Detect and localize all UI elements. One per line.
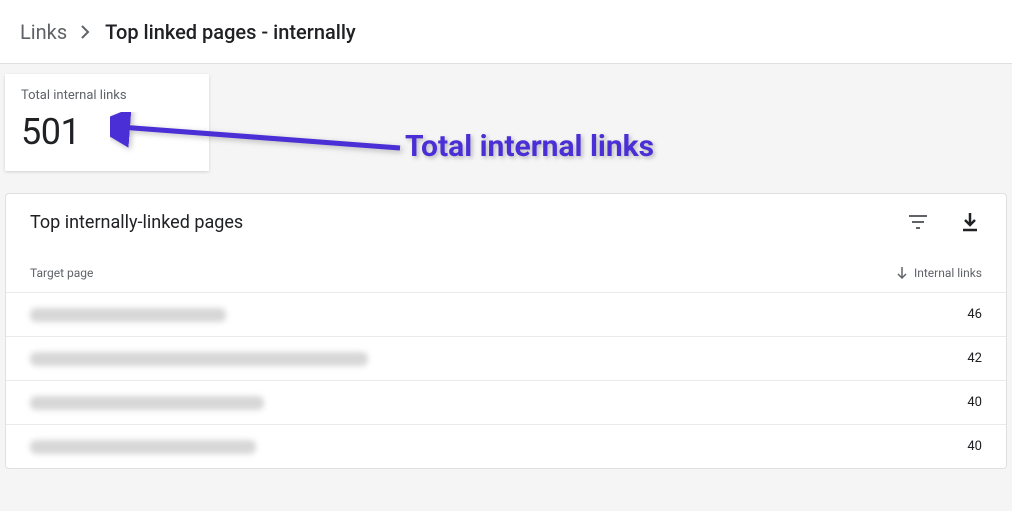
download-icon[interactable] [958,210,982,234]
filter-icon[interactable] [906,210,930,234]
panel-header: Top internally-linked pages [6,194,1006,254]
stat-value: 501 [21,111,193,153]
breadcrumb: Links Top linked pages - internally [20,20,356,44]
breadcrumb-current: Top linked pages - internally [105,20,356,44]
target-page-url [30,352,368,366]
target-page-url [30,396,264,410]
target-page-url [30,308,226,322]
table-body: 46 42 40 40 [6,292,1006,468]
total-internal-links-card: Total internal links 501 [5,74,209,171]
page-header: Links Top linked pages - internally [0,0,1012,64]
breadcrumb-root-link[interactable]: Links [20,20,67,44]
panel-actions [906,210,982,234]
table-header-row: Target page Internal links [6,254,1006,292]
chevron-right-icon [81,25,91,39]
table-row[interactable]: 40 [6,424,1006,468]
internal-links-count: 40 [967,395,982,410]
target-page-url [30,440,256,454]
internal-links-count: 46 [967,307,982,322]
column-internal-links-label: Internal links [914,266,982,280]
table-row[interactable]: 42 [6,336,1006,380]
top-linked-pages-panel: Top internally-linked pages [5,193,1007,469]
table-row[interactable]: 40 [6,380,1006,424]
content-area: Total internal links 501 Top internally-… [0,64,1012,469]
arrow-down-icon [896,266,908,280]
internal-links-count: 40 [967,439,982,454]
table-row[interactable]: 46 [6,292,1006,336]
panel-title: Top internally-linked pages [30,212,243,233]
column-internal-links[interactable]: Internal links [896,266,982,280]
stat-label: Total internal links [21,88,193,103]
column-target-page[interactable]: Target page [30,266,93,280]
internal-links-count: 42 [967,351,982,366]
